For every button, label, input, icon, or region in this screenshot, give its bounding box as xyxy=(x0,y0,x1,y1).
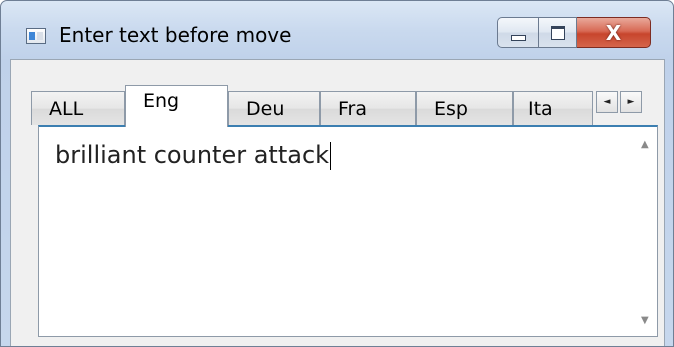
app-window-icon xyxy=(26,28,46,44)
arrow-left-icon: ◄ xyxy=(603,97,611,107)
tab-label: Ita xyxy=(528,98,553,120)
tab-scroll-right-button[interactable]: ► xyxy=(620,91,642,113)
text-editor[interactable]: brilliant counter attack ▲ ▼ xyxy=(38,125,658,337)
editor-text-content[interactable]: brilliant counter attack xyxy=(55,141,332,170)
tab-label: Esp xyxy=(434,98,468,120)
scroll-down-icon[interactable]: ▼ xyxy=(641,315,649,326)
minimize-button[interactable] xyxy=(497,17,539,48)
scroll-up-icon[interactable]: ▲ xyxy=(641,139,649,150)
tab-deu[interactable]: Deu xyxy=(228,91,320,125)
tab-label: Fra xyxy=(338,98,368,120)
tab-label: ALL xyxy=(49,98,84,120)
caption-buttons: X xyxy=(497,17,651,51)
tab-all[interactable]: ALL xyxy=(31,91,125,125)
close-icon: X xyxy=(605,20,622,45)
tab-eng[interactable]: Eng xyxy=(125,85,228,127)
tab-ita[interactable]: Ita xyxy=(513,91,593,125)
close-button[interactable]: X xyxy=(577,17,651,48)
tab-label: Deu xyxy=(246,98,285,120)
maximize-button[interactable] xyxy=(539,17,577,48)
window-title: Enter text before move xyxy=(59,23,292,47)
tab-scroll-left-button[interactable]: ◄ xyxy=(596,91,618,113)
minimize-icon xyxy=(510,34,526,41)
title-bar[interactable]: Enter text before move X xyxy=(1,1,673,51)
language-tabstrip: ALL Eng Deu Fra Esp Ita ◄ ► xyxy=(31,85,645,127)
arrow-right-icon: ► xyxy=(627,97,635,107)
tab-esp[interactable]: Esp xyxy=(416,91,513,125)
maximize-icon xyxy=(550,25,565,40)
text-caret xyxy=(330,142,332,170)
dialog-window: Enter text before move X ALL Eng Deu Fra xyxy=(0,0,674,347)
tab-label: Eng xyxy=(143,90,180,112)
editor-text-value: brilliant counter attack xyxy=(55,141,330,169)
tab-scroll-buttons: ◄ ► xyxy=(596,91,644,113)
vertical-scrollbar[interactable]: ▲ ▼ xyxy=(638,127,657,336)
tab-fra[interactable]: Fra xyxy=(320,91,416,125)
